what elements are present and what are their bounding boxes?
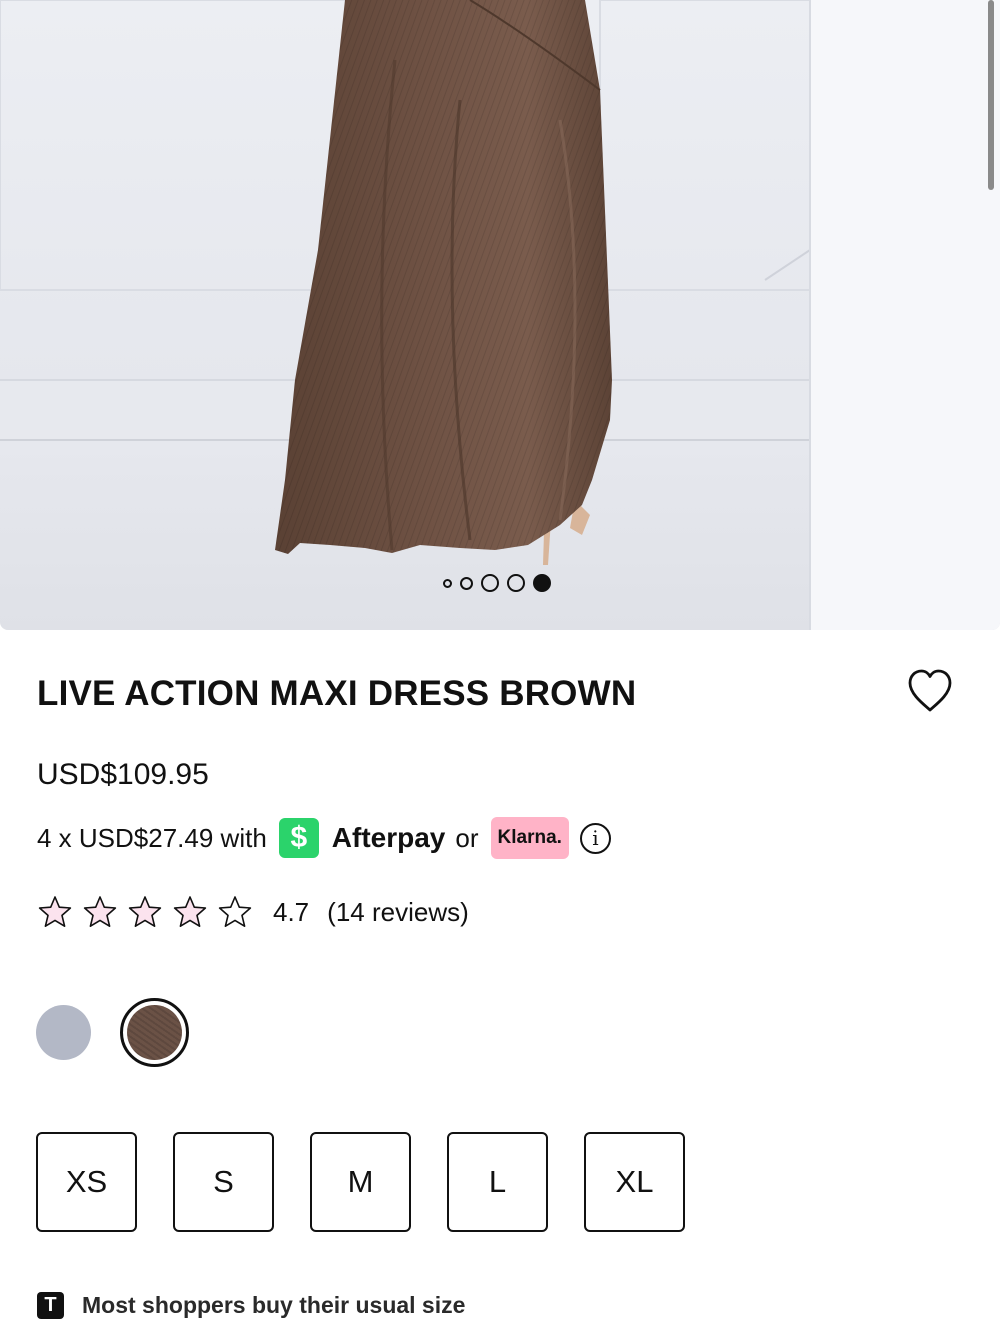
- or-text: or: [455, 822, 479, 853]
- rating-value: 4.7: [273, 896, 310, 927]
- swatch-brown-fill: [127, 1005, 182, 1060]
- installment-text: 4 x USD$27.49 with: [37, 822, 267, 853]
- page-scrollbar[interactable]: [988, 0, 994, 190]
- rating-row[interactable]: 4.7 (14 reviews): [37, 894, 469, 930]
- star-rating: [37, 895, 253, 929]
- klarna-badge: Klarna.: [490, 817, 569, 859]
- carousel-dot-5-active[interactable]: [533, 574, 551, 592]
- afterpay-logo-icon: $: [278, 818, 319, 858]
- star-icon-filled: [173, 896, 207, 927]
- product-photo: [0, 0, 1000, 630]
- color-swatch-grey[interactable]: [36, 1005, 91, 1060]
- true-fit-icon: T: [37, 1292, 64, 1319]
- product-title: LIVE ACTION MAXI DRESS BROWN: [37, 674, 637, 713]
- color-swatch-brown-selected[interactable]: [120, 998, 189, 1067]
- fit-advice-text: Most shoppers buy their usual size: [82, 1292, 466, 1318]
- heart-icon: [908, 669, 952, 712]
- carousel-dot-3[interactable]: [481, 574, 499, 592]
- afterpay-label: Afterpay: [331, 822, 446, 853]
- size-button-xl[interactable]: XL: [584, 1132, 685, 1232]
- size-button-s[interactable]: S: [173, 1132, 274, 1232]
- carousel-pagination: [443, 574, 551, 592]
- reviews-count-link[interactable]: (14 reviews): [327, 897, 469, 928]
- wishlist-heart-button[interactable]: [906, 668, 954, 714]
- size-button-xs[interactable]: XS: [36, 1132, 137, 1232]
- installment-payment-row: 4 x USD$27.49 with $ Afterpay or Klarna.…: [37, 816, 611, 860]
- fit-advice: T Most shoppers buy their usual size: [37, 1292, 465, 1319]
- size-selector: XS S M L XL: [36, 1132, 685, 1232]
- info-icon[interactable]: i: [579, 822, 611, 854]
- star-icon-partial: [218, 896, 252, 927]
- product-price: USD$109.95: [37, 758, 209, 791]
- star-icon-filled: [83, 896, 117, 927]
- carousel-dot-4[interactable]: [507, 574, 525, 592]
- product-image-carousel[interactable]: [0, 0, 1000, 630]
- carousel-dot-1[interactable]: [443, 578, 452, 588]
- star-icon-filled: [128, 896, 162, 927]
- size-button-l[interactable]: L: [447, 1132, 548, 1232]
- carousel-dot-2[interactable]: [460, 576, 473, 590]
- size-button-m[interactable]: M: [310, 1132, 411, 1232]
- star-icon-filled: [38, 896, 72, 927]
